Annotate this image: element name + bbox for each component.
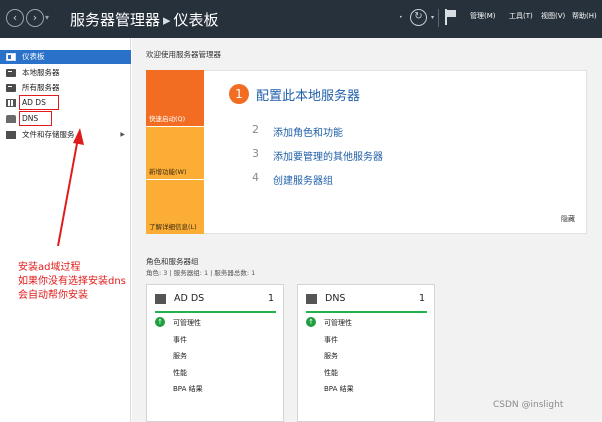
notifications-flag-icon[interactable] — [445, 9, 457, 25]
tile-row-performance[interactable]: 性能 — [324, 368, 338, 378]
watermark: CSDN @inslight — [493, 400, 564, 410]
tile-row-bpa[interactable]: BPA 结果 — [173, 384, 203, 394]
annotation-box-ad-ds — [19, 95, 59, 110]
file-storage-icon — [6, 131, 16, 139]
menu-view[interactable]: 视图(V) — [541, 11, 565, 21]
tile-row-events[interactable]: 事件 — [324, 335, 338, 345]
dns-icon — [6, 115, 16, 123]
sidebar-item-file-storage[interactable]: 文件和存储服务 ▶ — [0, 128, 131, 142]
tab-quick-start[interactable]: 快速启动(Q) — [146, 70, 204, 126]
refresh-chevron-icon[interactable]: ▾ — [431, 14, 434, 21]
servers-icon — [6, 84, 16, 92]
tile-row-services[interactable]: 服务 — [173, 351, 187, 361]
ad-ds-icon — [155, 294, 166, 304]
status-ok-icon: ↑ — [155, 317, 165, 327]
tile-title[interactable]: AD DS — [174, 293, 204, 304]
refresh-button[interactable]: ↻ — [410, 9, 427, 26]
step-add-servers[interactable]: 添加要管理的其他服务器 — [273, 148, 383, 163]
tile-row-manageability[interactable]: 可管理性 — [173, 318, 201, 328]
tile-count: 1 — [418, 293, 425, 304]
status-bar — [306, 311, 427, 313]
menu-help[interactable]: 帮助(H) — [572, 11, 597, 21]
nav-history-chevron-icon[interactable]: ▾ — [45, 13, 49, 22]
sidebar-item-all-servers[interactable]: 所有服务器 — [0, 81, 131, 95]
dot-icon: • — [399, 14, 403, 21]
roles-heading: 角色和服务器组 — [146, 257, 199, 266]
tile-row-events[interactable]: 事件 — [173, 335, 187, 345]
step-create-server-group[interactable]: 创建服务器组 — [273, 172, 333, 187]
annotation-line: 会自动帮你安装 — [18, 290, 88, 301]
tile-row-manageability[interactable]: 可管理性 — [324, 318, 352, 328]
annotation-text: 安装ad域过程 如果你没有选择安装dns 会自动帮你安装 — [18, 261, 126, 303]
tile-row-services[interactable]: 服务 — [324, 351, 338, 361]
tile-count: 1 — [267, 293, 274, 304]
welcome-heading: 欢迎使用服务器管理器 — [146, 50, 221, 59]
tile-row-performance[interactable]: 性能 — [173, 368, 187, 378]
annotation-box-dns — [19, 111, 52, 126]
role-tile-dns[interactable]: DNS 1 ↑ 可管理性 事件 服务 性能 BPA 结果 — [297, 284, 435, 422]
tile-title[interactable]: DNS — [325, 293, 345, 304]
sidebar-item-dashboard[interactable]: 仪表板 — [0, 50, 131, 64]
step-4-number: 4 — [252, 171, 259, 184]
dashboard-icon — [6, 53, 16, 61]
sidebar-item-local-server[interactable]: 本地服务器 — [0, 66, 131, 80]
menu-tools[interactable]: 工具(T) — [509, 11, 533, 21]
server-icon — [6, 69, 16, 77]
toolbar-divider — [438, 9, 439, 27]
ad-ds-icon — [6, 99, 16, 107]
hide-link[interactable]: 隐藏 — [561, 214, 575, 224]
step-2-number: 2 — [252, 123, 259, 136]
step-configure-local-server[interactable]: 配置此本地服务器 — [256, 85, 360, 104]
tile-row-bpa[interactable]: BPA 结果 — [324, 384, 354, 394]
dns-icon — [306, 294, 317, 304]
status-bar — [155, 311, 276, 313]
forward-button[interactable]: › — [26, 9, 44, 27]
step-3-number: 3 — [252, 147, 259, 160]
annotation-line: 安装ad域过程 — [18, 262, 81, 273]
tab-whats-new[interactable]: 新增功能(W) — [146, 127, 204, 179]
expand-chevron-icon[interactable]: ▶ — [120, 128, 125, 142]
step-add-roles-features[interactable]: 添加角色和功能 — [273, 124, 343, 139]
annotation-line: 如果你没有选择安装dns — [18, 276, 126, 287]
menu-manage[interactable]: 管理(M) — [470, 11, 496, 21]
step-1-badge: 1 — [229, 84, 249, 104]
page-title: 服务器管理器 ▸ 仪表板 — [70, 11, 219, 29]
roles-summary: 角色: 3 | 服务器组: 1 | 服务器总数: 1 — [146, 269, 256, 277]
role-tile-ad-ds[interactable]: AD DS 1 ↑ 可管理性 事件 服务 性能 BPA 结果 — [146, 284, 284, 422]
tab-learn-more[interactable]: 了解详细信息(L) — [146, 180, 204, 234]
status-ok-icon: ↑ — [306, 317, 316, 327]
back-button[interactable]: ‹ — [6, 9, 24, 27]
